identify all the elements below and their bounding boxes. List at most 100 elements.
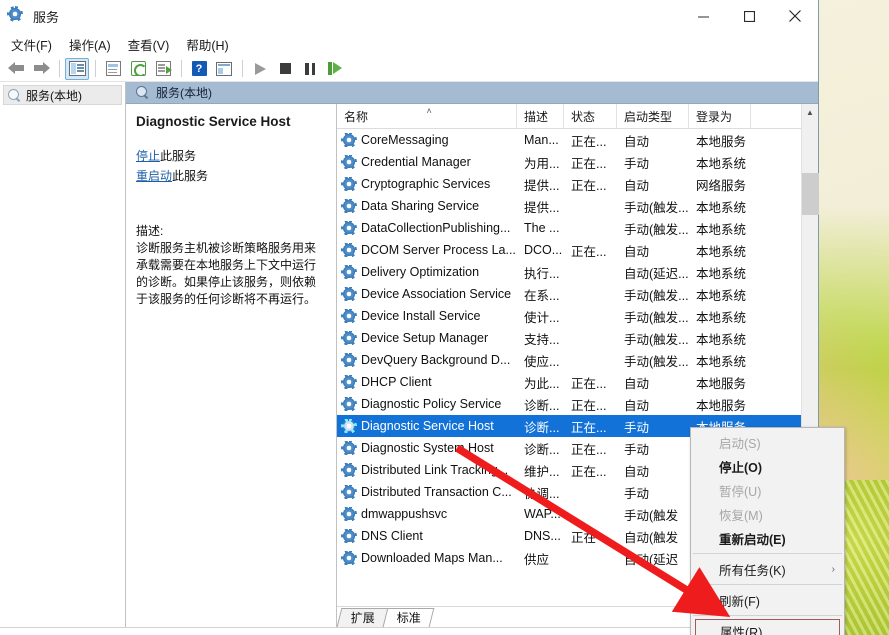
context-menu-separator bbox=[693, 553, 842, 554]
service-description-cell: 使计... bbox=[517, 307, 564, 326]
service-startup-type-cell: 手动 bbox=[617, 153, 689, 172]
forward-arrow-icon[interactable] bbox=[29, 58, 53, 80]
service-description-cell: 诊断... bbox=[517, 395, 564, 414]
table-row[interactable]: DHCP Client为此...正在...自动本地服务 bbox=[337, 371, 801, 393]
service-status-cell: 正在... bbox=[564, 417, 617, 436]
service-name-cell: Cryptographic Services bbox=[337, 177, 517, 191]
menu-view[interactable]: 查看(V) bbox=[124, 33, 179, 56]
stop-service-link[interactable]: 停止 bbox=[136, 149, 160, 163]
table-row[interactable]: Device Install Service使计...手动(触发...本地系统 bbox=[337, 305, 801, 327]
service-status-cell: 正在 bbox=[564, 527, 617, 546]
service-startup-type-cell: 自动 bbox=[617, 241, 689, 260]
service-gear-icon bbox=[342, 529, 356, 543]
window-title: 服务 bbox=[33, 7, 59, 26]
service-name-cell: Distributed Link Tracking... bbox=[337, 463, 517, 477]
service-gear-icon bbox=[342, 353, 356, 367]
menu-bar: 文件(F) 操作(A) 查看(V) 帮助(H) bbox=[0, 32, 818, 56]
table-row[interactable]: DevQuery Background D...使应...手动(触发...本地系… bbox=[337, 349, 801, 371]
maximize-button[interactable] bbox=[726, 0, 772, 32]
properties-icon[interactable] bbox=[101, 58, 125, 80]
context-menu-item[interactable]: 刷新(F) bbox=[691, 588, 844, 612]
show-action-pane-icon[interactable] bbox=[212, 58, 236, 80]
table-row[interactable]: Data Sharing Service提供...手动(触发...本地系统 bbox=[337, 195, 801, 217]
table-row[interactable]: Diagnostic Policy Service诊断...正在...自动本地服… bbox=[337, 393, 801, 415]
context-menu-item-label: 停止(O) bbox=[719, 457, 762, 476]
status-bar-text: 停止 本地计算机 上的服务 Diagnostic Service Host bbox=[6, 631, 287, 635]
context-menu-item[interactable]: 重新启动(E) bbox=[691, 526, 844, 550]
service-description-cell: DCO... bbox=[517, 243, 564, 257]
services-list-header: 名称 ˄ 描述 状态 启动类型 登录为 bbox=[337, 104, 801, 129]
table-row[interactable]: Device Setup Manager支持...手动(触发...本地系统 bbox=[337, 327, 801, 349]
service-description-cell: 提供... bbox=[517, 197, 564, 216]
column-header-log-on-as[interactable]: 登录为 bbox=[689, 104, 751, 128]
services-magnifier-icon bbox=[136, 86, 149, 99]
column-header-description[interactable]: 描述 bbox=[517, 104, 564, 128]
close-button[interactable] bbox=[772, 0, 818, 32]
table-row[interactable]: DCOM Server Process La...DCO...正在...自动本地… bbox=[337, 239, 801, 261]
column-header-name[interactable]: 名称 ˄ bbox=[337, 104, 517, 128]
service-name-cell: Device Setup Manager bbox=[337, 331, 517, 345]
menu-help[interactable]: 帮助(H) bbox=[182, 33, 237, 56]
stop-service-icon[interactable] bbox=[273, 58, 297, 80]
service-context-menu: 启动(S)停止(O)暂停(U)恢复(M)重新启动(E)所有任务(K)›刷新(F)… bbox=[690, 427, 845, 635]
menu-action[interactable]: 操作(A) bbox=[65, 33, 120, 56]
services-magnifier-icon bbox=[8, 89, 21, 102]
scroll-up-icon[interactable]: ▲ bbox=[802, 104, 819, 121]
table-row[interactable]: Device Association Service在系...手动(触发...本… bbox=[337, 283, 801, 305]
back-arrow-icon[interactable] bbox=[4, 58, 28, 80]
service-name-cell: Diagnostic System Host bbox=[337, 441, 517, 455]
help-icon[interactable]: ? bbox=[187, 58, 211, 80]
service-description-cell: 为此... bbox=[517, 373, 564, 392]
start-service-icon[interactable] bbox=[248, 58, 272, 80]
service-startup-type-cell: 手动(触发 bbox=[617, 505, 689, 524]
table-row[interactable]: Cryptographic Services提供...正在...自动网络服务 bbox=[337, 173, 801, 195]
scrollbar-thumb[interactable] bbox=[802, 173, 819, 215]
services-app-icon bbox=[8, 7, 26, 25]
column-header-startup-type[interactable]: 启动类型 bbox=[617, 104, 689, 128]
context-menu-item-label: 重新启动(E) bbox=[719, 529, 786, 548]
service-details-panel: Diagnostic Service Host 停止此服务 重启动此服务 描述:… bbox=[126, 104, 337, 627]
table-row[interactable]: Delivery Optimization执行...自动(延迟...本地系统 bbox=[337, 261, 801, 283]
column-header-status[interactable]: 状态 bbox=[564, 104, 617, 128]
service-name-cell: DataCollectionPublishing... bbox=[337, 221, 517, 235]
service-startup-type-cell: 手动(触发... bbox=[617, 219, 689, 238]
pause-service-icon[interactable] bbox=[298, 58, 322, 80]
service-logon-cell: 网络服务 bbox=[689, 175, 751, 194]
service-gear-icon bbox=[342, 485, 356, 499]
toolbar-separator bbox=[95, 60, 96, 77]
context-menu-item[interactable]: 属性(R) bbox=[695, 619, 840, 635]
service-name-cell: Diagnostic Policy Service bbox=[337, 397, 517, 411]
show-hide-tree-pane-icon[interactable] bbox=[65, 58, 89, 80]
submenu-chevron-right-icon: › bbox=[832, 564, 835, 575]
service-status-cell: 正在... bbox=[564, 175, 617, 194]
service-name-label: CoreMessaging bbox=[361, 133, 449, 147]
refresh-icon[interactable] bbox=[126, 58, 150, 80]
table-row[interactable]: DataCollectionPublishing...The ...手动(触发.… bbox=[337, 217, 801, 239]
tab-standard[interactable]: 标准 bbox=[383, 608, 435, 627]
context-menu-item-label: 属性(R) bbox=[720, 622, 762, 635]
restart-service-link[interactable]: 重启动 bbox=[136, 169, 172, 183]
restart-service-icon[interactable] bbox=[323, 58, 347, 80]
context-menu-item-label: 所有任务(K) bbox=[719, 560, 786, 579]
service-name-label: Distributed Transaction C... bbox=[361, 485, 512, 499]
service-startup-type-cell: 手动(触发... bbox=[617, 351, 689, 370]
service-name-label: Downloaded Maps Man... bbox=[361, 551, 503, 565]
service-startup-type-cell: 手动(触发... bbox=[617, 329, 689, 348]
service-name-cell: Data Sharing Service bbox=[337, 199, 517, 213]
menu-file[interactable]: 文件(F) bbox=[7, 33, 61, 56]
tab-extended[interactable]: 扩展 bbox=[337, 608, 389, 627]
table-row[interactable]: CoreMessagingMan...正在...自动本地服务 bbox=[337, 129, 801, 151]
minimize-button[interactable] bbox=[680, 0, 726, 32]
service-logon-cell: 本地系统 bbox=[689, 285, 751, 304]
service-name-label: Data Sharing Service bbox=[361, 199, 479, 213]
service-status-cell: 正在... bbox=[564, 131, 617, 150]
sort-ascending-icon: ˄ bbox=[427, 106, 432, 116]
service-startup-type-cell: 自动 bbox=[617, 131, 689, 150]
table-row[interactable]: Credential Manager为用...正在...手动本地系统 bbox=[337, 151, 801, 173]
export-list-icon[interactable] bbox=[151, 58, 175, 80]
sidebar-item-services-local[interactable]: 服务(本地) bbox=[3, 85, 122, 105]
service-startup-type-cell: 自动 bbox=[617, 461, 689, 480]
context-menu-item[interactable]: 停止(O) bbox=[691, 454, 844, 478]
context-menu-item-label: 恢复(M) bbox=[719, 505, 763, 524]
context-menu-item[interactable]: 所有任务(K) › bbox=[691, 557, 844, 581]
